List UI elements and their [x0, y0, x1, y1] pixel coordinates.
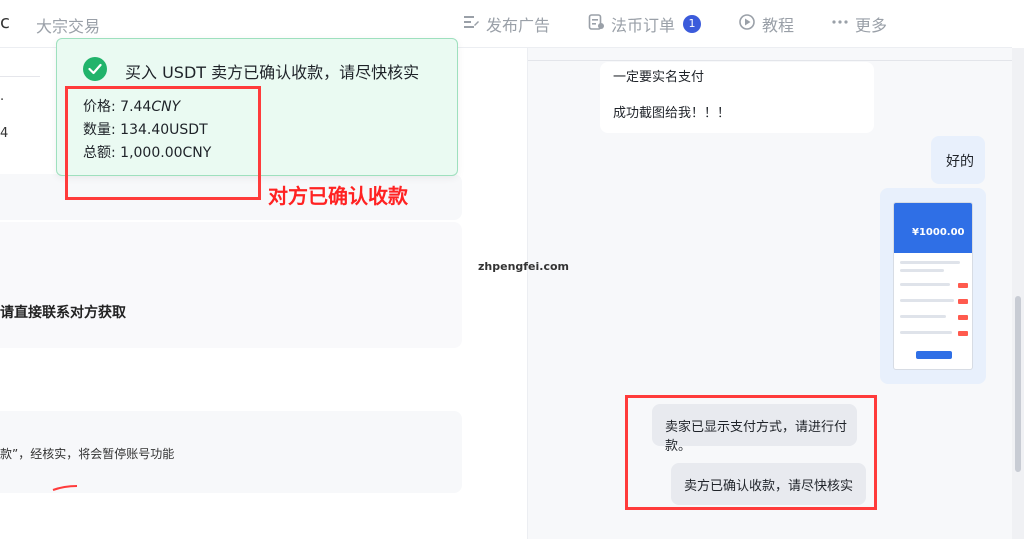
nav-bulk-trade[interactable]: 大宗交易 — [36, 13, 100, 37]
screenshot-header: ¥1000.00 — [894, 203, 972, 253]
chat-image-message[interactable]: ¥1000.00 — [880, 188, 986, 384]
warning-text: 款”，经核实，将会暂停账号功能 — [0, 447, 175, 461]
scrollbar-thumb[interactable] — [1015, 296, 1021, 472]
more-dots-icon — [831, 13, 849, 35]
annotation-label: 对方已确认收款 — [268, 184, 408, 208]
screenshot-line — [900, 331, 952, 334]
screenshot-button — [916, 351, 952, 359]
screenshot-tag — [958, 299, 968, 304]
screenshot-amount: ¥1000.00 — [912, 227, 965, 238]
screenshot-line — [900, 315, 946, 318]
play-icon — [738, 13, 756, 35]
nav-tutorial-label: 教程 — [762, 16, 795, 35]
nav-post-ad-label: 发布广告 — [486, 16, 551, 35]
post-ad-icon — [462, 13, 480, 35]
contact-instruction: 请直接联系对方获取 — [0, 305, 126, 321]
chat-scrollbar[interactable] — [1012, 48, 1024, 539]
nav-more[interactable]: 更多 — [831, 12, 887, 36]
order-count-badge: 1 — [683, 15, 702, 33]
screenshot-tag — [958, 315, 968, 320]
payment-screenshot-image: ¥1000.00 — [893, 202, 973, 370]
chat-message-self: 好的 — [931, 136, 985, 184]
toast-title: 买入 USDT 卖方已确认收款，请尽快核实 — [125, 63, 420, 82]
screenshot-line — [900, 299, 954, 302]
screenshot-tag — [958, 283, 968, 288]
nav-more-label: 更多 — [855, 16, 888, 35]
cut-off-text: · — [0, 93, 5, 108]
message-text: 好的 — [946, 154, 974, 170]
nav-fiat-orders[interactable]: 法币订单 1 — [587, 12, 702, 36]
nav-post-ad[interactable]: 发布广告 — [462, 12, 550, 36]
watermark: zhpengfei.com — [478, 260, 570, 273]
nav-tutorial[interactable]: 教程 — [738, 12, 794, 36]
chat-message-peer: 一定要实名支付 成功截图给我！！！ — [600, 62, 874, 133]
screenshot-line — [900, 261, 960, 264]
check-circle-icon — [83, 57, 107, 81]
cut-off-nav-text: c — [0, 12, 10, 33]
screenshot-line — [900, 283, 950, 286]
screenshot-line — [900, 269, 944, 272]
message-line: 一定要实名支付 — [613, 70, 705, 85]
divider — [0, 76, 40, 77]
red-pen-mark — [52, 485, 78, 491]
screenshot-tag — [958, 331, 968, 336]
annotation-box-toast — [65, 86, 261, 200]
nav-fiat-orders-label: 法币订单 — [611, 16, 676, 35]
chat-divider — [528, 60, 1012, 61]
order-icon — [587, 13, 605, 35]
annotation-box-chat — [625, 395, 877, 510]
cut-off-value: 4 — [0, 126, 9, 141]
info-card-contact — [0, 222, 462, 348]
top-right-edge — [1012, 0, 1024, 48]
app-root: c 大宗交易 发布广告 法币订单 1 教程 更多 · 4 请直接联系对方获取 款… — [0, 0, 1024, 539]
message-line: 成功截图给我！！！ — [613, 106, 731, 121]
